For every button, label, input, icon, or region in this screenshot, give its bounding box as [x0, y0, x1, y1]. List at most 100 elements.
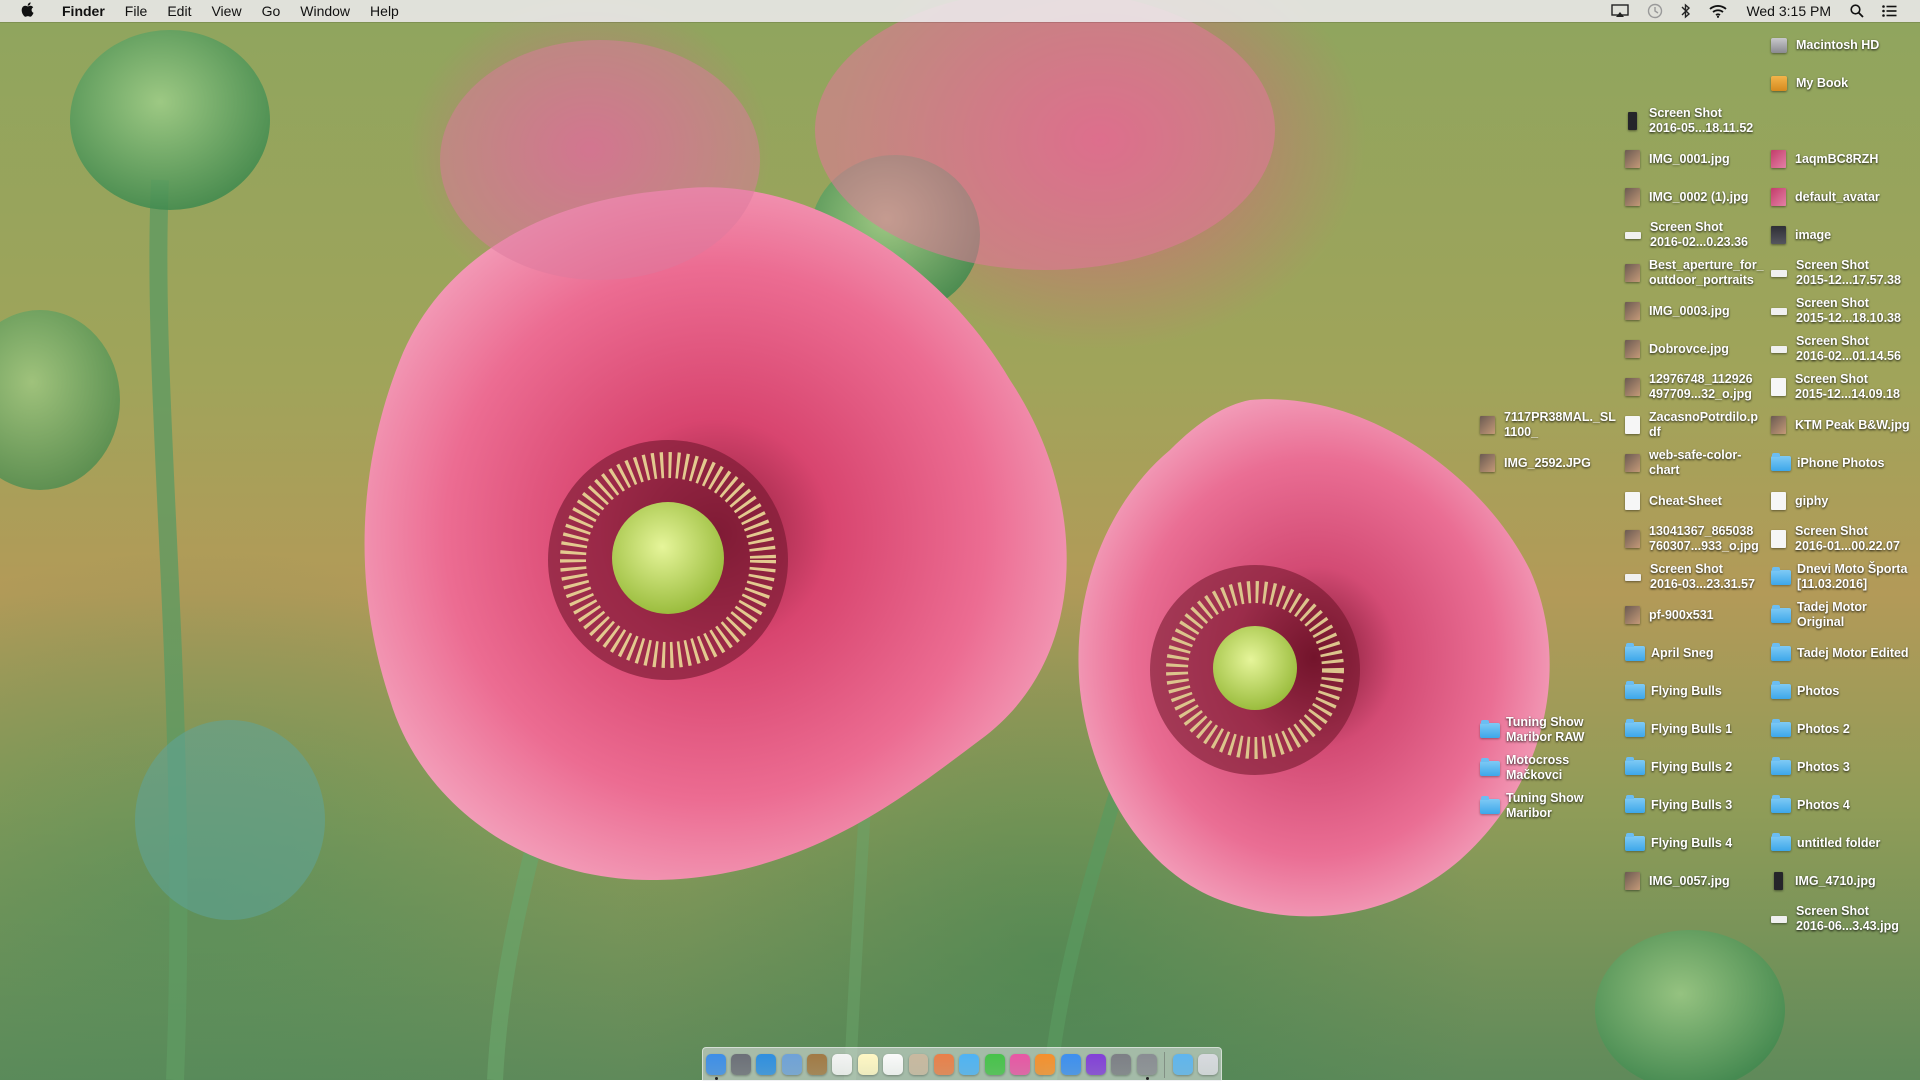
- desktop-item-tuning-show-maribor-raw[interactable]: Tuning Show Maribor RAW: [1480, 714, 1630, 746]
- desktop-item-screen-shot-2016-01-00-22-07[interactable]: Screen Shot 2016-01...00.22.07: [1771, 523, 1920, 555]
- menu-app-finder[interactable]: Finder: [52, 0, 115, 22]
- desktop-item-screen-shot-2016-02-01-14-56[interactable]: Screen Shot 2016-02...01.14.56: [1771, 333, 1920, 365]
- file-icon: [1625, 150, 1640, 168]
- desktop-item-label: Photos 4: [1797, 797, 1850, 812]
- bluetooth-icon[interactable]: [1681, 3, 1691, 19]
- desktop-item-dobrovce-jpg[interactable]: Dobrovce.jpg: [1625, 333, 1775, 365]
- desktop-item-dnevi-moto-porta-11-03-2016[interactable]: Dnevi Moto Športa [11.03.2016]: [1771, 561, 1920, 593]
- time-machine-icon[interactable]: [1647, 3, 1663, 19]
- desktop-item-untitled-folder[interactable]: untitled folder: [1771, 827, 1920, 859]
- desktop-item-flying-bulls-2[interactable]: Flying Bulls 2: [1625, 751, 1775, 783]
- notification-center-icon[interactable]: [1882, 5, 1897, 17]
- menu-file[interactable]: File: [115, 0, 158, 22]
- desktop-item-photos-2[interactable]: Photos 2: [1771, 713, 1920, 745]
- desktop-item-screen-shot-2016-05-18-11-52[interactable]: Screen Shot 2016-05...18.11.52: [1625, 105, 1775, 137]
- desktop-item-img-0002-1-jpg[interactable]: IMG_0002 (1).jpg: [1625, 181, 1775, 213]
- desktop-item-screen-shot-2016-06-3-43-jpg[interactable]: Screen Shot 2016-06...3.43.jpg: [1771, 903, 1920, 935]
- desktop-item-7117pr38mal-sl-1100[interactable]: 7117PR38MAL._SL 1100_: [1480, 409, 1630, 441]
- menu-edit[interactable]: Edit: [157, 0, 201, 22]
- dock-app-store-icon[interactable]: [1060, 1054, 1081, 1075]
- dock-notes-icon[interactable]: [857, 1054, 878, 1075]
- file-icon: [1625, 340, 1640, 358]
- desktop-item-flying-bulls-4[interactable]: Flying Bulls 4: [1625, 827, 1775, 859]
- desktop-item-label: Flying Bulls 3: [1651, 797, 1733, 812]
- desktop-item-label: Flying Bulls 4: [1651, 835, 1733, 850]
- desktop-item-iphone-photos[interactable]: iPhone Photos: [1771, 447, 1920, 479]
- desktop-item-ktm-peak-b-w-jpg[interactable]: KTM Peak B&W.jpg: [1771, 409, 1920, 441]
- desktop-item-label: Tadej Motor Edited: [1797, 645, 1909, 660]
- desktop-item-label: IMG_0003.jpg: [1649, 303, 1730, 318]
- spotlight-search-icon[interactable]: [1850, 4, 1864, 18]
- desktop-item-photos-3[interactable]: Photos 3: [1771, 751, 1920, 783]
- desktop-item-img-0057-jpg[interactable]: IMG_0057.jpg: [1625, 865, 1775, 897]
- desktop-item-screen-shot-2016-02-0-23-36[interactable]: Screen Shot 2016-02...0.23.36: [1625, 219, 1775, 251]
- file-icon: [1771, 915, 1787, 923]
- wifi-icon[interactable]: [1709, 4, 1728, 18]
- desktop-item-screen-shot-2015-12-17-57-38[interactable]: Screen Shot 2015-12...17.57.38: [1771, 257, 1920, 289]
- dock-finder-icon[interactable]: [705, 1054, 726, 1080]
- desktop-item-photos-4[interactable]: Photos 4: [1771, 789, 1920, 821]
- desktop-item-img-4710-jpg[interactable]: IMG_4710.jpg: [1771, 865, 1920, 897]
- desktop-item-macintosh-hd[interactable]: Macintosh HD: [1771, 29, 1920, 61]
- desktop-item-12976748-112926-497709-32-o-jpg[interactable]: 12976748_112926 497709...32_o.jpg: [1625, 371, 1775, 403]
- desktop-item-april-sneg[interactable]: April Sneg: [1625, 637, 1775, 669]
- desktop-item-img-0001-jpg[interactable]: IMG_0001.jpg: [1625, 143, 1775, 175]
- menu-go[interactable]: Go: [252, 0, 291, 22]
- menu-help[interactable]: Help: [360, 0, 409, 22]
- dock-notebook-icon[interactable]: [807, 1054, 828, 1075]
- desktop-item-flying-bulls[interactable]: Flying Bulls: [1625, 675, 1775, 707]
- menu-view[interactable]: View: [201, 0, 251, 22]
- dock-trash-icon[interactable]: [1198, 1054, 1219, 1075]
- desktop-item-img-2592-jpg[interactable]: IMG_2592.JPG: [1480, 447, 1630, 479]
- dock-safari-icon[interactable]: [756, 1054, 777, 1075]
- dock-messages-icon[interactable]: [959, 1054, 980, 1075]
- dock-photos-icon[interactable]: [933, 1054, 954, 1075]
- dock-itunes-icon[interactable]: [1009, 1054, 1030, 1075]
- desktop-item-label: Screen Shot 2016-01...00.22.07: [1795, 524, 1900, 553]
- desktop-item-screen-shot-2015-12-14-09-18[interactable]: Screen Shot 2015-12...14.09.18: [1771, 371, 1920, 403]
- desktop-item-best-aperture-for-outdoor-portraits[interactable]: Best_aperture_for_ outdoor_portraits: [1625, 257, 1775, 289]
- desktop-item-cheat-sheet[interactable]: Cheat-Sheet: [1625, 485, 1775, 517]
- airplay-icon[interactable]: [1611, 4, 1630, 18]
- desktop-item-screen-shot-2016-03-23-31-57[interactable]: Screen Shot 2016-03...23.31.57: [1625, 561, 1775, 593]
- dock-calendar-icon[interactable]: [832, 1054, 853, 1075]
- desktop-item-1aqmbc8rzh[interactable]: 1aqmBC8RZH: [1771, 143, 1920, 175]
- dock-reminders-icon[interactable]: [883, 1054, 904, 1075]
- menu-window[interactable]: Window: [290, 0, 360, 22]
- dock-ibooks-icon[interactable]: [1035, 1054, 1056, 1075]
- desktop-item-label: IMG_4710.jpg: [1795, 873, 1876, 888]
- desktop-item-giphy[interactable]: giphy: [1771, 485, 1920, 517]
- desktop-item-motocross-ma-kovci[interactable]: Motocross Mačkovci: [1480, 752, 1630, 784]
- dock-downloads-folder-icon[interactable]: [1173, 1054, 1194, 1075]
- dock-facetime-icon[interactable]: [984, 1054, 1005, 1075]
- menubar-clock[interactable]: Wed 3:15 PM: [1746, 3, 1831, 19]
- apple-menu-icon[interactable]: [16, 1, 38, 21]
- desktop-item-tadej-motor-original[interactable]: Tadej Motor Original: [1771, 599, 1920, 631]
- desktop-item-web-safe-color-chart[interactable]: web-safe-color- chart: [1625, 447, 1775, 479]
- dock-photos-preview-icon[interactable]: [908, 1054, 929, 1075]
- dock-automator-icon[interactable]: [1136, 1054, 1157, 1080]
- dock-system-preferences-icon[interactable]: [1111, 1054, 1132, 1075]
- desktop-item-label: IMG_0001.jpg: [1649, 151, 1730, 166]
- desktop-item-photos[interactable]: Photos: [1771, 675, 1920, 707]
- desktop-item-zacasnopotrdilo-p-df[interactable]: ZacasnoPotrdilo.p df: [1625, 409, 1775, 441]
- desktop-item-tadej-motor-edited[interactable]: Tadej Motor Edited: [1771, 637, 1920, 669]
- desktop-item-pf-900x531[interactable]: pf-900x531: [1625, 599, 1775, 631]
- desktop-item-my-book[interactable]: My Book: [1771, 67, 1920, 99]
- dock: [702, 1047, 1222, 1081]
- desktop-item-flying-bulls-1[interactable]: Flying Bulls 1: [1625, 713, 1775, 745]
- desktop-item-13041367-865038-760307-933-o-jpg[interactable]: 13041367_865038 760307...933_o.jpg: [1625, 523, 1775, 555]
- dock-mail-icon[interactable]: [781, 1054, 802, 1075]
- desktop-item-image[interactable]: image: [1771, 219, 1920, 251]
- desktop-item-label: Screen Shot 2016-03...23.31.57: [1650, 562, 1755, 591]
- desktop-item-default-avatar[interactable]: default_avatar: [1771, 181, 1920, 213]
- dock-affinity-icon[interactable]: [1086, 1054, 1106, 1075]
- desktop-item-label: Cheat-Sheet: [1649, 493, 1722, 508]
- folder-icon: [1625, 680, 1645, 699]
- desktop-item-tuning-show-maribor[interactable]: Tuning Show Maribor: [1480, 790, 1630, 822]
- disk-icon: [1771, 75, 1787, 91]
- dock-launchpad-icon[interactable]: [730, 1054, 751, 1075]
- desktop-item-screen-shot-2015-12-18-10-38[interactable]: Screen Shot 2015-12...18.10.38: [1771, 295, 1920, 327]
- desktop-item-flying-bulls-3[interactable]: Flying Bulls 3: [1625, 789, 1775, 821]
- desktop-item-img-0003-jpg[interactable]: IMG_0003.jpg: [1625, 295, 1775, 327]
